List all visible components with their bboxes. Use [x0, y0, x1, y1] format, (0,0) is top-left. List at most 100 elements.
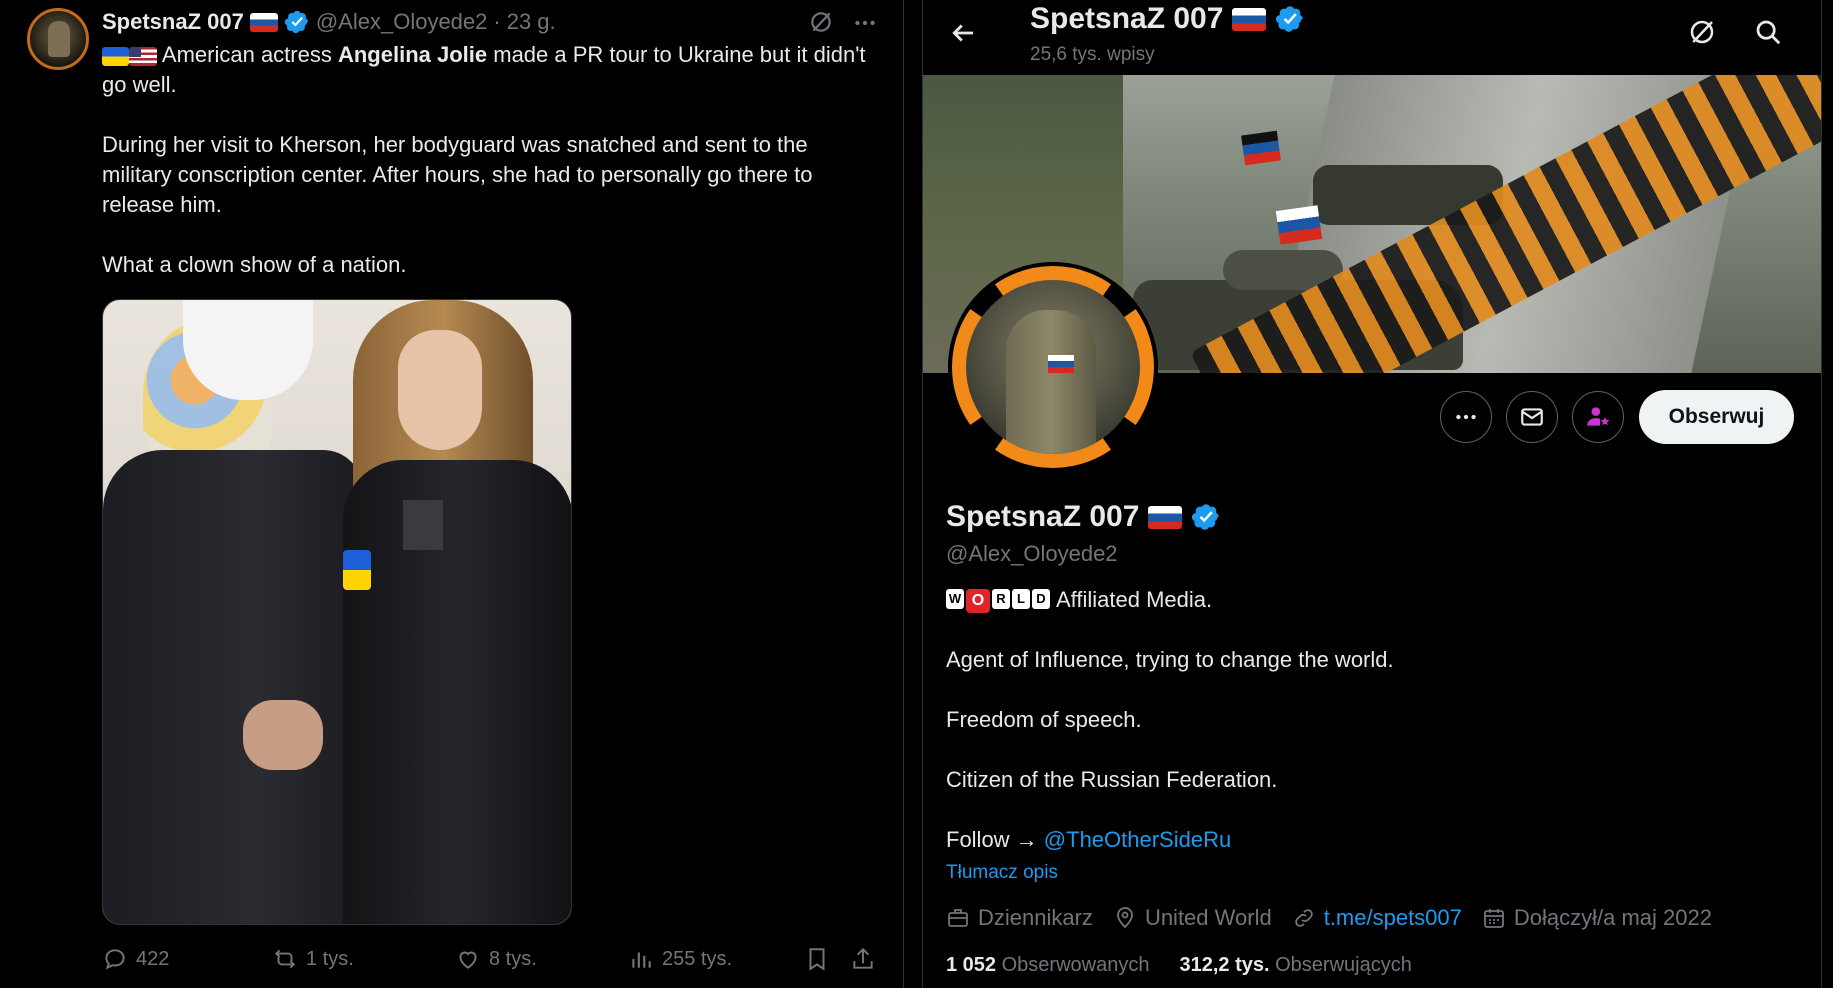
bookmark-button[interactable]	[804, 946, 830, 972]
meta-location: United World	[1113, 905, 1272, 931]
photo-woman-face	[398, 330, 482, 450]
views-count: 255 tys.	[662, 947, 733, 970]
grok-icon[interactable]	[1687, 17, 1717, 47]
panel-divider-left	[903, 0, 904, 988]
russia-flag-icon	[1232, 7, 1267, 31]
following-label: Obserwowanych	[1001, 954, 1150, 976]
banner-flag-russia	[1275, 205, 1323, 245]
bio-line-1-text: Affiliated Media.	[1056, 587, 1213, 612]
subscribe-icon	[1587, 407, 1610, 426]
bio-line-1: W O R L D Affiliated Media.	[946, 585, 1806, 615]
author-handle[interactable]: @Alex_Oloyede2	[316, 9, 488, 35]
verified-badge-icon	[284, 10, 308, 34]
bio-follow-prefix: Follow →	[946, 827, 1044, 852]
tweet-timestamp[interactable]: 23 g.	[507, 9, 556, 35]
reply-count: 422	[136, 947, 170, 970]
repost-count: 1 tys.	[306, 947, 354, 970]
profile-bio: W O R L D Affiliated Media. Agent of Inf…	[946, 585, 1806, 885]
profile-name-text: SpetsnaZ 007	[946, 500, 1140, 533]
ukraine-flag-icon	[102, 46, 129, 66]
banner-flag-dpr	[1241, 130, 1281, 166]
like-icon	[459, 951, 477, 969]
share-button[interactable]	[850, 946, 876, 972]
search-icon[interactable]	[1753, 17, 1783, 47]
posts-count: 25,6 tys. wpisy	[1030, 44, 1155, 65]
back-arrow-icon	[952, 24, 973, 42]
repost-button[interactable]: 1 tys.	[272, 946, 354, 972]
reply-button[interactable]: 422	[102, 946, 169, 972]
russia-flag-icon	[249, 12, 278, 32]
profile-stats: 1 052 Obserwowanych 312,2 tys. Obserwują…	[946, 954, 1412, 977]
tweet-paragraph-1: American actress Angelina Jolie made a P…	[102, 40, 872, 100]
verified-badge-icon[interactable]	[1191, 502, 1221, 532]
separator-dot: ·	[493, 9, 501, 34]
world-letter: R	[992, 589, 1010, 610]
profile-avatar-image	[966, 280, 1140, 454]
photo-man-figure	[103, 450, 363, 924]
more-icon	[1456, 414, 1476, 420]
bio-line-4: Citizen of the Russian Federation.	[946, 767, 1278, 792]
usa-flag-icon	[129, 46, 157, 66]
briefcase-icon	[948, 909, 968, 927]
photo-blurred-face	[183, 300, 313, 400]
photo-shoulder-patch	[343, 550, 371, 590]
grok-icon[interactable]	[808, 9, 834, 35]
translate-bio-link[interactable]: Tłumacz opis	[946, 862, 1058, 884]
views-icon	[632, 952, 651, 968]
bio-line-5: Follow → @TheOtherSideRu	[946, 825, 1806, 855]
more-icon[interactable]	[852, 10, 878, 36]
tweet-text-intro: American actress	[161, 42, 338, 67]
tweet-photo[interactable]	[102, 299, 572, 925]
calendar-icon	[1483, 909, 1504, 928]
profile-avatar[interactable]	[948, 262, 1158, 472]
photo-handshake	[243, 700, 323, 770]
reply-icon	[105, 949, 125, 970]
repost-icon	[274, 949, 296, 969]
share-icon	[853, 947, 873, 969]
meta-joined: Dołączył/a maj 2022	[1482, 905, 1712, 931]
author-avatar[interactable]	[27, 8, 89, 70]
profile-panel: SpetsnaZ 007 25,6 tys. wpisy Obserwuj Sp…	[923, 0, 1821, 988]
subscribe-button[interactable]	[1572, 391, 1624, 443]
profile-header-name: SpetsnaZ 007	[1030, 2, 1305, 36]
world-letter: D	[1032, 589, 1050, 610]
photo-vest-label	[403, 500, 443, 550]
meta-joined-text: Dołączył/a maj 2022	[1513, 905, 1712, 930]
like-count: 8 tys.	[489, 947, 537, 970]
world-letter: W	[946, 589, 964, 610]
meta-location-text: United World	[1144, 905, 1272, 930]
tweet-text-bold: Angelina Jolie	[337, 42, 488, 67]
views-button[interactable]: 255 tys.	[628, 946, 732, 972]
follow-button[interactable]: Obserwuj	[1639, 390, 1794, 444]
followers-count: 312,2 tys.	[1179, 954, 1270, 976]
photo-woman-figure	[343, 460, 571, 924]
tweet-header: SpetsnaZ 007 @Alex_Oloyede2 · 23 g.	[102, 9, 556, 35]
world-letters: W O R L D	[946, 589, 1050, 614]
profile-meta: Dziennikarz United World t.me/spets007 D…	[946, 905, 1712, 931]
tweet-text: American actress Angelina Jolie made a P…	[102, 40, 872, 310]
followers-stat[interactable]: 312,2 tys. Obserwujących	[1179, 954, 1411, 977]
tweet-panel: SpetsnaZ 007 @Alex_Oloyede2 · 23 g. Amer…	[0, 0, 903, 988]
followers-label: Obserwujących	[1275, 954, 1412, 976]
bio-mention-link[interactable]: @TheOtherSideRu	[1044, 827, 1231, 852]
back-button[interactable]	[948, 18, 978, 48]
meta-profession-text: Dziennikarz	[978, 905, 1093, 930]
world-letter: O	[966, 589, 990, 614]
tweet-paragraph-2: During her visit to Kherson, her bodygua…	[102, 132, 813, 217]
like-button[interactable]: 8 tys.	[455, 946, 537, 972]
tweet-paragraph-3: What a clown show of a nation.	[102, 252, 407, 277]
world-letter: L	[1012, 589, 1030, 610]
link-icon	[1294, 909, 1313, 927]
profile-handle: @Alex_Oloyede2	[946, 541, 1118, 566]
author-name[interactable]: SpetsnaZ 007	[102, 9, 244, 35]
bookmark-icon	[809, 948, 825, 971]
website-link[interactable]: t.me/spets007	[1324, 905, 1462, 931]
profile-header-name-text: SpetsnaZ 007	[1030, 2, 1224, 35]
message-button[interactable]	[1506, 391, 1558, 443]
following-count: 1 052	[946, 954, 997, 976]
following-stat[interactable]: 1 052 Obserwowanych	[946, 954, 1149, 977]
more-options-button[interactable]	[1440, 391, 1492, 443]
panel-divider-end	[1821, 0, 1822, 988]
location-icon	[1117, 907, 1133, 929]
bio-line-2: Agent of Influence, trying to change the…	[946, 647, 1394, 672]
